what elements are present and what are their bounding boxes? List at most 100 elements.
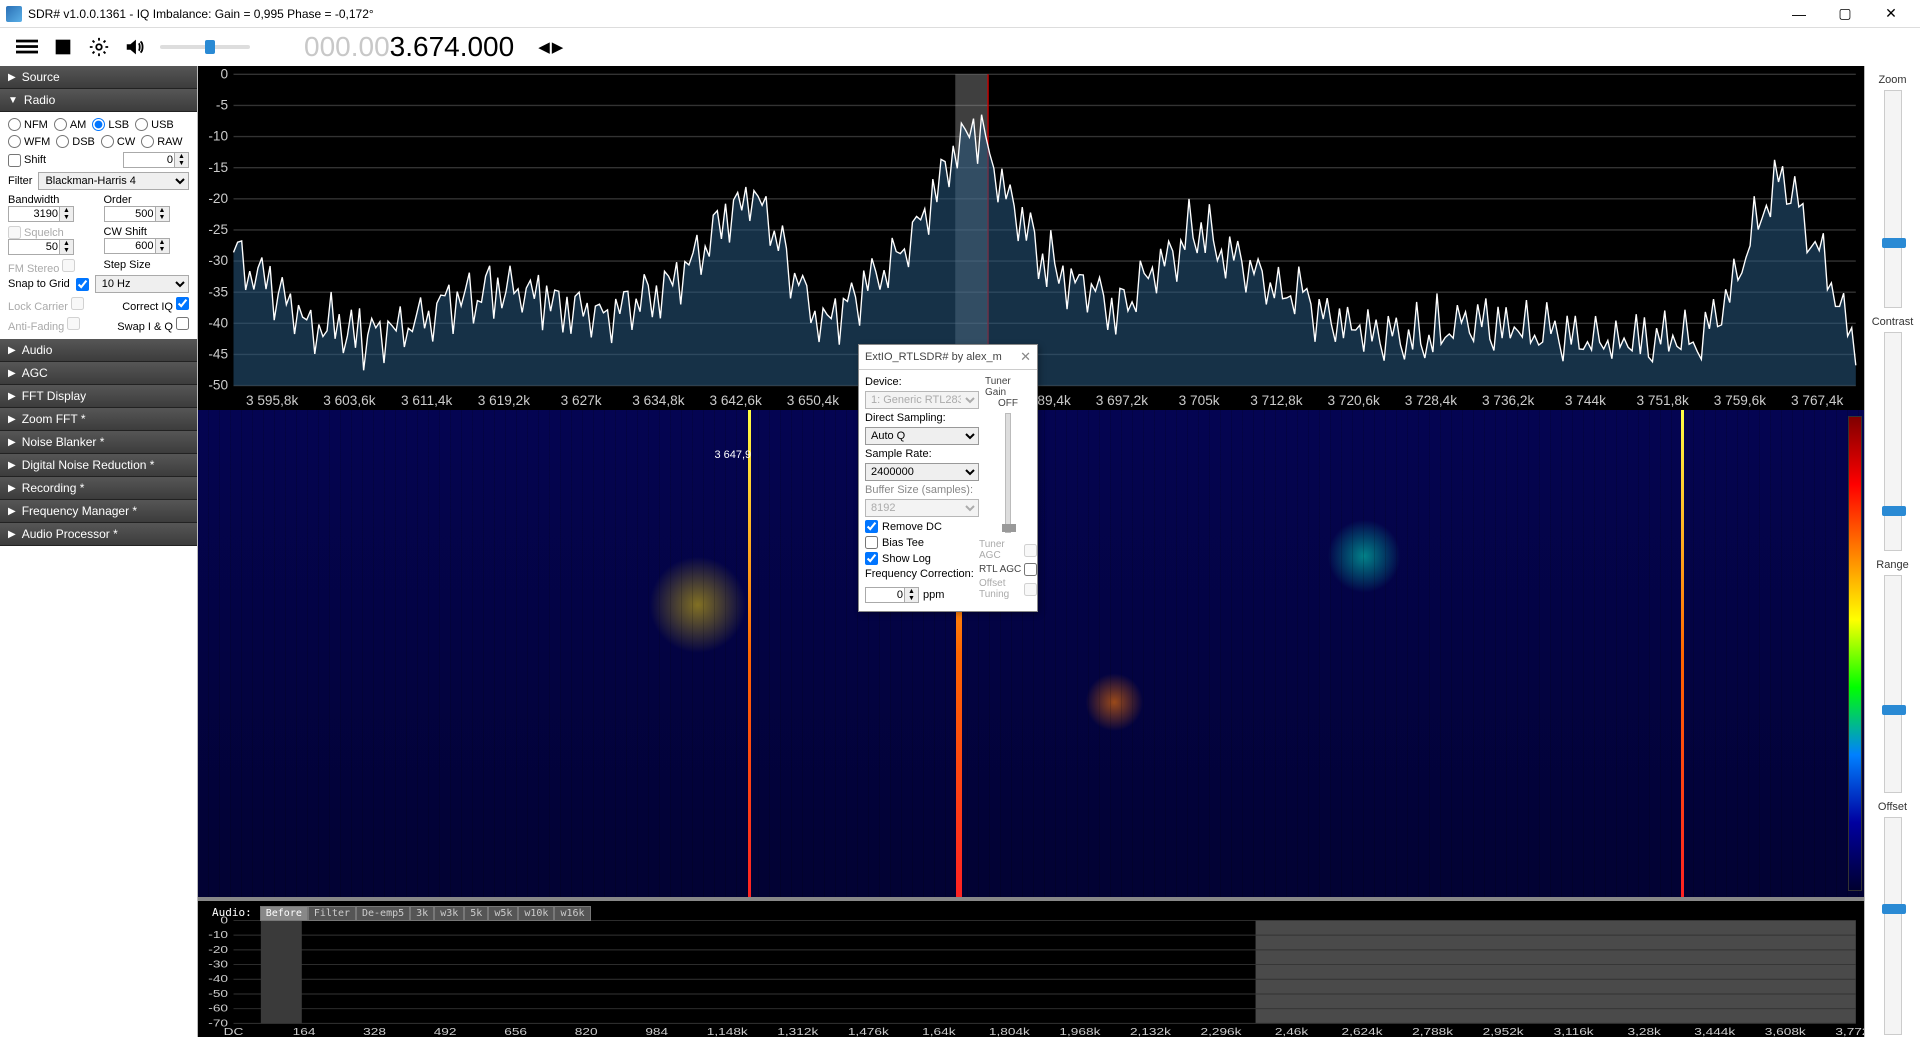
mode-lsb[interactable]: LSB: [92, 118, 129, 131]
extio-dialog[interactable]: ExtIO_RTLSDR# by alex_m ✕ Device: 1: Gen…: [858, 344, 1038, 612]
panel-agc[interactable]: ▶AGC: [0, 362, 197, 385]
maximize-button[interactable]: ▢: [1822, 0, 1868, 28]
chevron-right-icon[interactable]: ▶: [552, 38, 564, 56]
svg-text:3 697,2k: 3 697,2k: [1096, 393, 1148, 408]
mode-am[interactable]: AM: [54, 118, 87, 131]
chevron-right-icon: ▶: [8, 368, 16, 379]
panel-noise-blanker-[interactable]: ▶Noise Blanker *: [0, 431, 197, 454]
svg-text:2,624k: 2,624k: [1342, 1026, 1383, 1037]
frequency-display[interactable]: 000.00 3.674.000: [304, 31, 514, 63]
svg-text:3 736,2k: 3 736,2k: [1482, 393, 1534, 408]
svg-text:-60: -60: [208, 1003, 228, 1014]
svg-text:-30: -30: [208, 253, 228, 268]
offset-slider[interactable]: [1884, 817, 1902, 1035]
mode-usb[interactable]: USB: [135, 118, 174, 131]
volume-slider[interactable]: [160, 45, 250, 49]
dialog-close-icon[interactable]: ✕: [1020, 349, 1031, 365]
rtlagc-row[interactable]: RTL AGC: [979, 563, 1037, 576]
mode-raw[interactable]: RAW: [141, 135, 182, 148]
showlog-check[interactable]: Show Log: [865, 552, 979, 565]
panel-source[interactable]: ▶Source: [0, 66, 197, 89]
audio-tab-3k[interactable]: 3k: [410, 906, 434, 921]
speaker-icon[interactable]: [124, 36, 146, 58]
panel-radio[interactable]: ▼Radio: [0, 89, 197, 112]
fc-label: Frequency Correction:: [865, 568, 979, 580]
fc-spinner[interactable]: ▲▼: [865, 587, 919, 603]
freq-step-arrows[interactable]: ◀▶: [538, 38, 563, 56]
svg-text:1,476k: 1,476k: [848, 1026, 889, 1037]
shift-check[interactable]: Shift: [8, 154, 46, 167]
snap-check[interactable]: [76, 278, 89, 291]
removedc-check[interactable]: Remove DC: [865, 520, 979, 533]
svg-text:-5: -5: [216, 97, 229, 112]
snap-select[interactable]: 10 Hz: [95, 275, 189, 293]
chevron-right-icon: ▶: [8, 483, 16, 494]
lockcarrier-check: [71, 297, 84, 310]
antifading-label: Anti-Fading: [8, 321, 64, 333]
sr-select[interactable]: 2400000: [865, 463, 979, 481]
mode-cw[interactable]: CW: [101, 135, 135, 148]
audio-tab-w3k[interactable]: w3k: [434, 906, 464, 921]
range-label: Range: [1876, 559, 1908, 571]
panel-audio-processor-[interactable]: ▶Audio Processor *: [0, 523, 197, 546]
chevron-left-icon[interactable]: ◀: [538, 38, 550, 56]
bandwidth-spinner[interactable]: ▲▼: [8, 206, 94, 222]
svg-text:3 634,8k: 3 634,8k: [632, 393, 684, 408]
menu-icon[interactable]: [16, 36, 38, 58]
order-spinner[interactable]: ▲▼: [104, 206, 190, 222]
right-controls: Zoom Contrast Range Offset: [1864, 66, 1920, 1037]
biastee-check[interactable]: Bias Tee: [865, 536, 979, 549]
swapiq-check[interactable]: [176, 317, 189, 330]
audio-tab-5k[interactable]: 5k: [464, 906, 488, 921]
svg-text:656: 656: [504, 1026, 527, 1037]
contrast-slider[interactable]: [1884, 332, 1902, 550]
correctiq-check[interactable]: [176, 297, 189, 310]
svg-text:-40: -40: [208, 973, 228, 984]
cwshift-spinner[interactable]: ▲▼: [104, 238, 190, 254]
tunergain-slider[interactable]: [1005, 413, 1011, 533]
shift-spinner[interactable]: ▲▼: [123, 152, 189, 168]
audio-tab-before[interactable]: Before: [260, 906, 308, 921]
panel-recording-[interactable]: ▶Recording *: [0, 477, 197, 500]
zoom-slider[interactable]: [1884, 90, 1902, 308]
dialog-titlebar[interactable]: ExtIO_RTLSDR# by alex_m ✕: [859, 345, 1037, 370]
svg-text:DC: DC: [224, 1026, 244, 1037]
filter-select[interactable]: Blackman-Harris 4: [38, 172, 189, 190]
toolbar: 000.00 3.674.000 ◀▶: [0, 28, 1920, 66]
app-icon: [6, 6, 22, 22]
cwshift-label: CW Shift: [104, 226, 190, 238]
panel-digital-noise-reduction-[interactable]: ▶Digital Noise Reduction *: [0, 454, 197, 477]
audio-tab-filter[interactable]: Filter: [308, 906, 356, 921]
sidebar: ▶Source ▼Radio NFM AM LSB USB WFM DSB CW…: [0, 66, 198, 1037]
mode-nfm[interactable]: NFM: [8, 118, 48, 131]
ds-select[interactable]: Auto Q: [865, 427, 979, 445]
close-button[interactable]: ✕: [1868, 0, 1914, 28]
audio-tab-de-emp5[interactable]: De-emp5: [356, 906, 410, 921]
mode-wfm[interactable]: WFM: [8, 135, 50, 148]
panel-fft-display[interactable]: ▶FFT Display: [0, 385, 197, 408]
chevron-right-icon: ▶: [8, 437, 16, 448]
svg-text:3 603,6k: 3 603,6k: [323, 393, 375, 408]
panel-audio[interactable]: ▶Audio: [0, 339, 197, 362]
bandwidth-label: Bandwidth: [8, 194, 94, 206]
svg-text:2,132k: 2,132k: [1130, 1026, 1171, 1037]
minimize-button[interactable]: —: [1776, 0, 1822, 28]
sr-label: Sample Rate:: [865, 448, 979, 460]
svg-text:3 627k: 3 627k: [561, 393, 602, 408]
svg-text:-35: -35: [208, 284, 228, 299]
audio-tab-w16k[interactable]: w16k: [554, 906, 590, 921]
panel-zoom-fft-[interactable]: ▶Zoom FFT *: [0, 408, 197, 431]
stop-icon[interactable]: [52, 36, 74, 58]
tuneragc-row: Tuner AGC: [979, 539, 1037, 561]
squelch-spinner[interactable]: ▲▼: [8, 239, 94, 255]
panel-radio-label: Radio: [24, 93, 55, 107]
svg-text:1,312k: 1,312k: [777, 1026, 818, 1037]
audio-spectrum[interactable]: 0-10-20-30-40-50-60-70DC1643284926568209…: [198, 897, 1864, 1037]
titlebar: SDR# v1.0.0.1361 - IQ Imbalance: Gain = …: [0, 0, 1920, 28]
audio-tab-w10k[interactable]: w10k: [518, 906, 554, 921]
audio-tab-w5k[interactable]: w5k: [488, 906, 518, 921]
settings-gear-icon[interactable]: [88, 36, 110, 58]
panel-frequency-manager-[interactable]: ▶Frequency Manager *: [0, 500, 197, 523]
range-slider[interactable]: [1884, 575, 1902, 793]
mode-dsb[interactable]: DSB: [56, 135, 95, 148]
